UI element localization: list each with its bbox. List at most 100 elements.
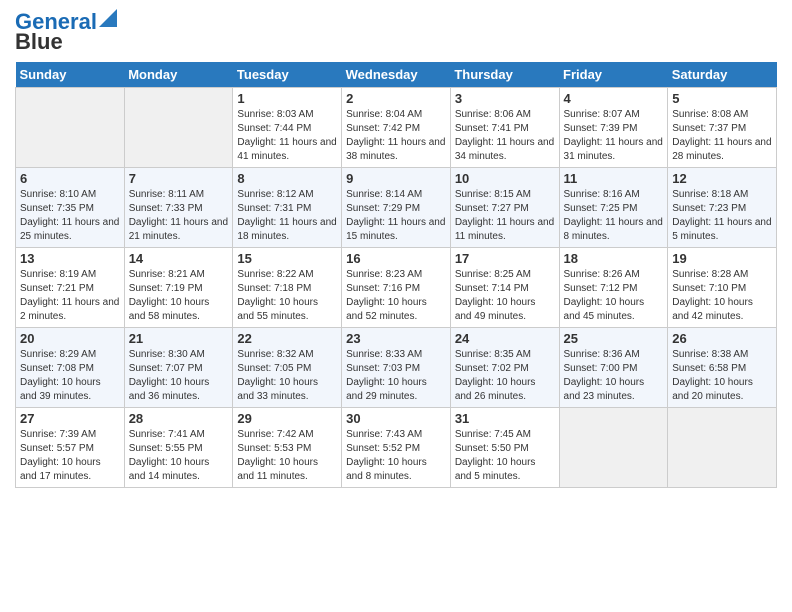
day-number: 25 xyxy=(564,331,664,346)
day-info: Sunrise: 8:10 AMSunset: 7:35 PMDaylight:… xyxy=(20,188,120,244)
header-monday: Monday xyxy=(124,62,233,88)
week-row-5: 27 Sunrise: 7:39 AMSunset: 5:57 PMDayligh… xyxy=(16,408,777,488)
day-number: 1 xyxy=(237,91,337,106)
calendar-cell: 18 Sunrise: 8:26 AMSunset: 7:12 PMDayligh… xyxy=(559,248,668,328)
calendar-cell: 12Sunrise: 8:18 AMSunset: 7:23 PMDayligh… xyxy=(668,168,777,248)
day-number: 6 xyxy=(20,171,120,186)
header-row: SundayMondayTuesdayWednesdayThursdayFrid… xyxy=(16,62,777,88)
day-info: Sunrise: 8:23 AMSunset: 7:16 PMDaylight:… xyxy=(346,268,446,324)
calendar-cell: 17 Sunrise: 8:25 AMSunset: 7:14 PMDayligh… xyxy=(450,248,559,328)
header-tuesday: Tuesday xyxy=(233,62,342,88)
header-wednesday: Wednesday xyxy=(342,62,451,88)
day-number: 15 xyxy=(237,251,337,266)
day-info: Sunrise: 8:15 AMSunset: 7:27 PMDaylight:… xyxy=(455,188,555,244)
calendar-cell: 15 Sunrise: 8:22 AMSunset: 7:18 PMDayligh… xyxy=(233,248,342,328)
day-info: Sunrise: 8:28 AMSunset: 7:10 PMDaylight:… xyxy=(672,268,772,324)
day-info: Sunrise: 8:21 AMSunset: 7:19 PMDaylight:… xyxy=(129,268,229,324)
day-info: Sunrise: 8:29 AMSunset: 7:08 PMDaylight:… xyxy=(20,348,120,404)
day-info: Sunrise: 7:39 AMSunset: 5:57 PMDaylight:… xyxy=(20,428,120,484)
day-info: Sunrise: 8:04 AMSunset: 7:42 PMDaylight:… xyxy=(346,108,446,164)
day-info: Sunrise: 8:18 AMSunset: 7:23 PMDaylight:… xyxy=(672,188,772,244)
calendar-cell: 13Sunrise: 8:19 AMSunset: 7:21 PMDayligh… xyxy=(16,248,125,328)
calendar-cell: 21 Sunrise: 8:30 AMSunset: 7:07 PMDayligh… xyxy=(124,328,233,408)
calendar-cell xyxy=(668,408,777,488)
day-number: 18 xyxy=(564,251,664,266)
calendar-cell: 1Sunrise: 8:03 AMSunset: 7:44 PMDaylight… xyxy=(233,88,342,168)
day-info: Sunrise: 8:33 AMSunset: 7:03 PMDaylight:… xyxy=(346,348,446,404)
week-row-2: 6 Sunrise: 8:10 AMSunset: 7:35 PMDaylight… xyxy=(16,168,777,248)
day-number: 28 xyxy=(129,411,229,426)
calendar-cell: 28 Sunrise: 7:41 AMSunset: 5:55 PMDayligh… xyxy=(124,408,233,488)
header-friday: Friday xyxy=(559,62,668,88)
day-info: Sunrise: 8:36 AMSunset: 7:00 PMDaylight:… xyxy=(564,348,664,404)
week-row-4: 20 Sunrise: 8:29 AMSunset: 7:08 PMDayligh… xyxy=(16,328,777,408)
day-number: 3 xyxy=(455,91,555,106)
calendar-cell: 6 Sunrise: 8:10 AMSunset: 7:35 PMDaylight… xyxy=(16,168,125,248)
day-number: 19 xyxy=(672,251,772,266)
day-info: Sunrise: 8:11 AMSunset: 7:33 PMDaylight:… xyxy=(129,188,229,244)
day-number: 31 xyxy=(455,411,555,426)
day-number: 26 xyxy=(672,331,772,346)
day-number: 23 xyxy=(346,331,446,346)
logo-text-line2: Blue xyxy=(15,30,63,54)
day-info: Sunrise: 8:22 AMSunset: 7:18 PMDaylight:… xyxy=(237,268,337,324)
day-info: Sunrise: 8:08 AMSunset: 7:37 PMDaylight:… xyxy=(672,108,772,164)
day-number: 30 xyxy=(346,411,446,426)
page-header: General Blue xyxy=(15,10,777,54)
calendar-cell xyxy=(559,408,668,488)
day-info: Sunrise: 8:07 AMSunset: 7:39 PMDaylight:… xyxy=(564,108,664,164)
day-number: 17 xyxy=(455,251,555,266)
day-number: 8 xyxy=(237,171,337,186)
day-number: 9 xyxy=(346,171,446,186)
day-number: 22 xyxy=(237,331,337,346)
calendar-cell: 24 Sunrise: 8:35 AMSunset: 7:02 PMDayligh… xyxy=(450,328,559,408)
logo-arrow-icon xyxy=(99,9,117,27)
day-number: 10 xyxy=(455,171,555,186)
day-number: 20 xyxy=(20,331,120,346)
calendar-cell: 11Sunrise: 8:16 AMSunset: 7:25 PMDayligh… xyxy=(559,168,668,248)
day-number: 2 xyxy=(346,91,446,106)
day-number: 4 xyxy=(564,91,664,106)
calendar-cell: 27 Sunrise: 7:39 AMSunset: 5:57 PMDayligh… xyxy=(16,408,125,488)
calendar-cell: 5 Sunrise: 8:08 AMSunset: 7:37 PMDaylight… xyxy=(668,88,777,168)
day-number: 29 xyxy=(237,411,337,426)
day-number: 16 xyxy=(346,251,446,266)
day-number: 14 xyxy=(129,251,229,266)
header-saturday: Saturday xyxy=(668,62,777,88)
day-info: Sunrise: 8:25 AMSunset: 7:14 PMDaylight:… xyxy=(455,268,555,324)
day-info: Sunrise: 8:14 AMSunset: 7:29 PMDaylight:… xyxy=(346,188,446,244)
day-number: 21 xyxy=(129,331,229,346)
day-info: Sunrise: 8:26 AMSunset: 7:12 PMDaylight:… xyxy=(564,268,664,324)
calendar-cell: 2 Sunrise: 8:04 AMSunset: 7:42 PMDaylight… xyxy=(342,88,451,168)
calendar-cell: 9 Sunrise: 8:14 AMSunset: 7:29 PMDaylight… xyxy=(342,168,451,248)
calendar-cell: 25 Sunrise: 8:36 AMSunset: 7:00 PMDayligh… xyxy=(559,328,668,408)
calendar-cell: 22 Sunrise: 8:32 AMSunset: 7:05 PMDayligh… xyxy=(233,328,342,408)
week-row-1: 1Sunrise: 8:03 AMSunset: 7:44 PMDaylight… xyxy=(16,88,777,168)
calendar-cell: 29Sunrise: 7:42 AMSunset: 5:53 PMDayligh… xyxy=(233,408,342,488)
day-number: 13 xyxy=(20,251,120,266)
day-number: 27 xyxy=(20,411,120,426)
day-number: 5 xyxy=(672,91,772,106)
calendar-cell xyxy=(16,88,125,168)
calendar-cell: 23 Sunrise: 8:33 AMSunset: 7:03 PMDayligh… xyxy=(342,328,451,408)
calendar-cell: 10 Sunrise: 8:15 AMSunset: 7:27 PMDayligh… xyxy=(450,168,559,248)
day-number: 24 xyxy=(455,331,555,346)
calendar-cell: 3 Sunrise: 8:06 AMSunset: 7:41 PMDaylight… xyxy=(450,88,559,168)
day-info: Sunrise: 8:32 AMSunset: 7:05 PMDaylight:… xyxy=(237,348,337,404)
calendar-cell: 30Sunrise: 7:43 AMSunset: 5:52 PMDayligh… xyxy=(342,408,451,488)
calendar-cell: 26 Sunrise: 8:38 AMSunset: 6:58 PMDayligh… xyxy=(668,328,777,408)
day-info: Sunrise: 8:30 AMSunset: 7:07 PMDaylight:… xyxy=(129,348,229,404)
calendar-cell: 7 Sunrise: 8:11 AMSunset: 7:33 PMDaylight… xyxy=(124,168,233,248)
week-row-3: 13Sunrise: 8:19 AMSunset: 7:21 PMDayligh… xyxy=(16,248,777,328)
day-info: Sunrise: 8:35 AMSunset: 7:02 PMDaylight:… xyxy=(455,348,555,404)
day-info: Sunrise: 7:41 AMSunset: 5:55 PMDaylight:… xyxy=(129,428,229,484)
header-thursday: Thursday xyxy=(450,62,559,88)
calendar-cell: 19 Sunrise: 8:28 AMSunset: 7:10 PMDayligh… xyxy=(668,248,777,328)
calendar-cell: 16 Sunrise: 8:23 AMSunset: 7:16 PMDayligh… xyxy=(342,248,451,328)
calendar-cell: 14 Sunrise: 8:21 AMSunset: 7:19 PMDayligh… xyxy=(124,248,233,328)
day-info: Sunrise: 7:45 AMSunset: 5:50 PMDaylight:… xyxy=(455,428,555,484)
day-info: Sunrise: 8:06 AMSunset: 7:41 PMDaylight:… xyxy=(455,108,555,164)
day-info: Sunrise: 8:38 AMSunset: 6:58 PMDaylight:… xyxy=(672,348,772,404)
day-number: 11 xyxy=(564,171,664,186)
day-number: 7 xyxy=(129,171,229,186)
